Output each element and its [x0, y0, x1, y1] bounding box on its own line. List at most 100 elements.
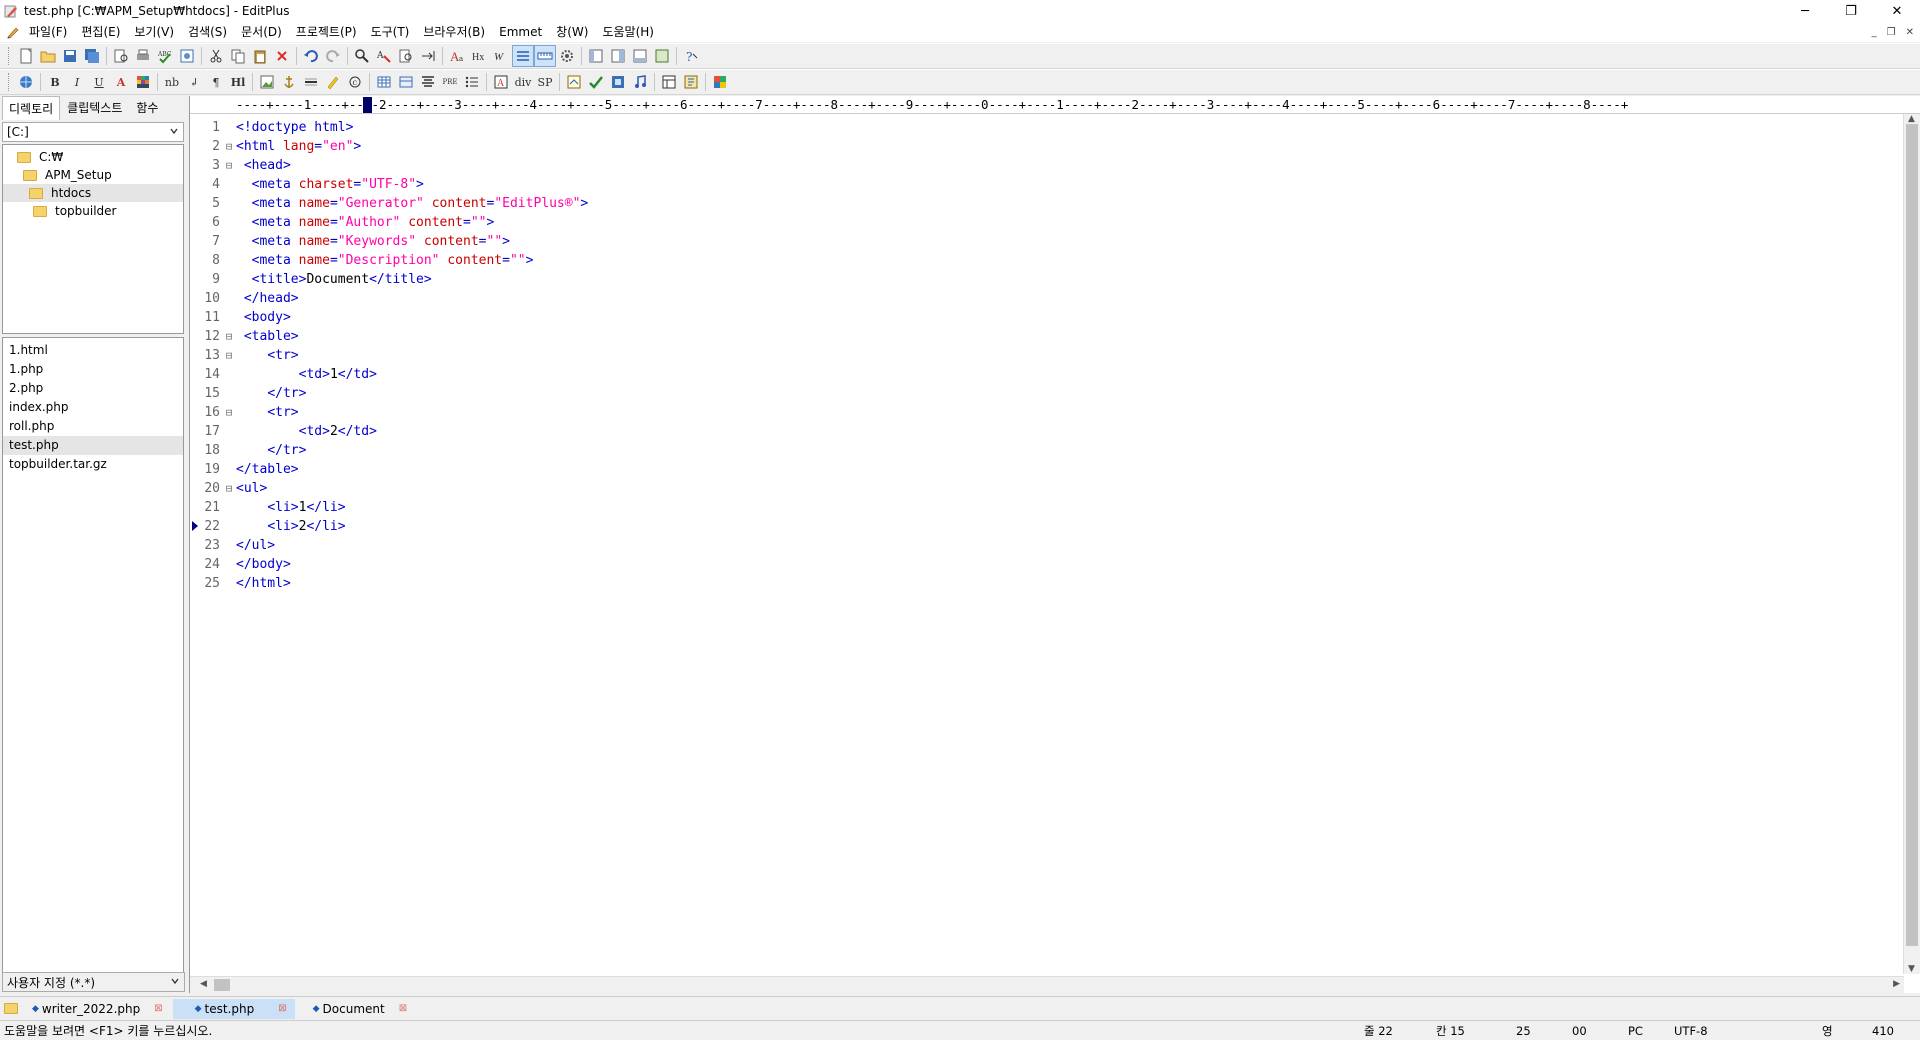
- tab-functions[interactable]: 함수: [129, 95, 165, 120]
- bold-button[interactable]: B: [44, 71, 66, 93]
- nbsp-button[interactable]: nb: [161, 71, 183, 93]
- doc-tab-test-php[interactable]: ◆ test.php ⊠: [172, 998, 295, 1019]
- hex-view-icon[interactable]: Hx: [468, 45, 490, 67]
- menu-edit[interactable]: 편집(E): [74, 22, 127, 42]
- tab-cliptext[interactable]: 클립텍스트: [60, 95, 129, 120]
- code-line[interactable]: 17 <td> 2 </td>: [190, 422, 1904, 441]
- code-editor[interactable]: 1 <!doctype html> 2 ⊟ <html lang = "en" >3 ⊟ <he…: [190, 118, 1904, 970]
- code-line[interactable]: 18 </tr>: [190, 441, 1904, 460]
- color-picker-icon[interactable]: [709, 71, 731, 93]
- vertical-scroll-thumb[interactable]: [1906, 124, 1918, 946]
- fold-toggle-icon[interactable]: ⊟: [222, 330, 236, 343]
- ruler-icon[interactable]: [534, 45, 556, 67]
- line-number-icon[interactable]: [512, 45, 534, 67]
- settings-gear-icon[interactable]: [556, 45, 578, 67]
- mdi-minimize-button[interactable]: _: [1872, 27, 1877, 38]
- web-browser-icon[interactable]: [15, 71, 37, 93]
- code-line[interactable]: 14 <td> 1 </td>: [190, 365, 1904, 384]
- cliptext-window-icon[interactable]: [607, 45, 629, 67]
- list-icon[interactable]: [461, 71, 483, 93]
- line-break-button[interactable]: ↲: [183, 71, 205, 93]
- close-button[interactable]: ✕: [1874, 0, 1920, 22]
- font-icon[interactable]: Aa: [446, 45, 468, 67]
- menu-view[interactable]: 보기(V): [127, 22, 181, 42]
- tab-close-icon[interactable]: ⊠: [399, 1003, 407, 1014]
- underline-button[interactable]: U: [88, 71, 110, 93]
- font-color-button[interactable]: A: [110, 71, 132, 93]
- menu-tools[interactable]: 도구(T): [364, 22, 417, 42]
- delete-icon[interactable]: [271, 45, 293, 67]
- menu-window[interactable]: 창(W): [549, 22, 595, 42]
- menu-file[interactable]: 파일(F): [22, 22, 74, 42]
- css-icon[interactable]: [680, 71, 702, 93]
- fold-toggle-icon[interactable]: ⊟: [222, 159, 236, 172]
- code-line[interactable]: 4 <meta charset = "UTF-8" >: [190, 175, 1904, 194]
- minimize-button[interactable]: ─: [1782, 0, 1828, 22]
- code-line[interactable]: 25 </html>: [190, 574, 1904, 593]
- table-wizard-icon[interactable]: [395, 71, 417, 93]
- toolbar-grip-2[interactable]: [8, 73, 11, 91]
- validate-icon[interactable]: [585, 71, 607, 93]
- frame-icon[interactable]: [658, 71, 680, 93]
- doc-tab-document[interactable]: ◆ Document ⊠: [297, 999, 415, 1019]
- tab-directory[interactable]: 디렉토리: [2, 96, 61, 120]
- drive-select[interactable]: [C:]: [2, 122, 184, 142]
- tree-item-apm-setup[interactable]: APM_Setup: [3, 166, 183, 184]
- scroll-right-icon[interactable]: ▶: [1893, 979, 1900, 989]
- directory-window-icon[interactable]: [585, 45, 607, 67]
- find-icon[interactable]: [351, 45, 373, 67]
- tab-close-icon[interactable]: ⊠: [154, 1003, 162, 1014]
- menu-search[interactable]: 검색(S): [181, 22, 234, 42]
- mdi-restore-button[interactable]: ❐: [1887, 27, 1896, 38]
- music-note-icon[interactable]: [629, 71, 651, 93]
- code-line[interactable]: 13 ⊟ <tr>: [190, 346, 1904, 365]
- file-item[interactable]: test.php: [3, 436, 183, 455]
- code-line[interactable]: 19 </table>: [190, 460, 1904, 479]
- output-window-icon[interactable]: [629, 45, 651, 67]
- highlight-icon[interactable]: [322, 71, 344, 93]
- file-item[interactable]: topbuilder.tar.gz: [3, 455, 183, 474]
- paste-icon[interactable]: [249, 45, 271, 67]
- scroll-up-icon[interactable]: ▲: [1908, 114, 1915, 124]
- doc-tab-writer-2022[interactable]: ◆ writer_2022.php ⊠: [24, 999, 171, 1019]
- code-line[interactable]: 24 </body>: [190, 555, 1904, 574]
- tree-item-htdocs[interactable]: htdocs: [3, 184, 183, 202]
- redo-icon[interactable]: [322, 45, 344, 67]
- code-line[interactable]: 15 </tr>: [190, 384, 1904, 403]
- code-line[interactable]: 5 <meta name = "Generator" content = "EditPl…: [190, 194, 1904, 213]
- fold-toggle-icon[interactable]: ⊟: [222, 482, 236, 495]
- file-item[interactable]: roll.php: [3, 417, 183, 436]
- copy-icon[interactable]: [227, 45, 249, 67]
- code-line[interactable]: 6 <meta name = "Author" content = "" >: [190, 213, 1904, 232]
- media-icon[interactable]: [607, 71, 629, 93]
- color-palette-icon[interactable]: [132, 71, 154, 93]
- paragraph-button[interactable]: ¶: [205, 71, 227, 93]
- cut-icon[interactable]: [205, 45, 227, 67]
- table-icon[interactable]: [373, 71, 395, 93]
- code-line[interactable]: 3 ⊟ <head>: [190, 156, 1904, 175]
- horizontal-scrollbar[interactable]: ◀ ▶: [190, 976, 1904, 993]
- code-line[interactable]: 9 <title> Document </title>: [190, 270, 1904, 289]
- code-line[interactable]: 12 ⊟ <table>: [190, 327, 1904, 346]
- fold-toggle-icon[interactable]: ⊟: [222, 349, 236, 362]
- image-icon[interactable]: [256, 71, 278, 93]
- menu-document[interactable]: 문서(D): [234, 22, 289, 42]
- tab-close-icon[interactable]: ⊠: [278, 1003, 286, 1014]
- save-all-icon[interactable]: [81, 45, 103, 67]
- undo-icon[interactable]: [300, 45, 322, 67]
- spellcheck-icon[interactable]: ABC: [154, 45, 176, 67]
- code-line[interactable]: 2 ⊟ <html lang = "en" >: [190, 137, 1904, 156]
- find-in-files-icon[interactable]: [395, 45, 417, 67]
- mdi-close-button[interactable]: ✕: [1906, 27, 1914, 38]
- toolbar-grip[interactable]: [8, 47, 11, 65]
- script-icon[interactable]: [563, 71, 585, 93]
- folder-icon[interactable]: [4, 1003, 22, 1014]
- file-item[interactable]: 2.php: [3, 379, 183, 398]
- code-line[interactable]: 21 <li> 1 </li>: [190, 498, 1904, 517]
- vertical-scrollbar[interactable]: ▲ ▼: [1903, 114, 1920, 974]
- menu-help[interactable]: 도움말(H): [595, 22, 661, 42]
- code-line[interactable]: 8 <meta name = "Description" content = "" >: [190, 251, 1904, 270]
- code-line[interactable]: 20 ⊟ <ul>: [190, 479, 1904, 498]
- code-line[interactable]: 16 ⊟ <tr>: [190, 403, 1904, 422]
- code-line[interactable]: 11 <body>: [190, 308, 1904, 327]
